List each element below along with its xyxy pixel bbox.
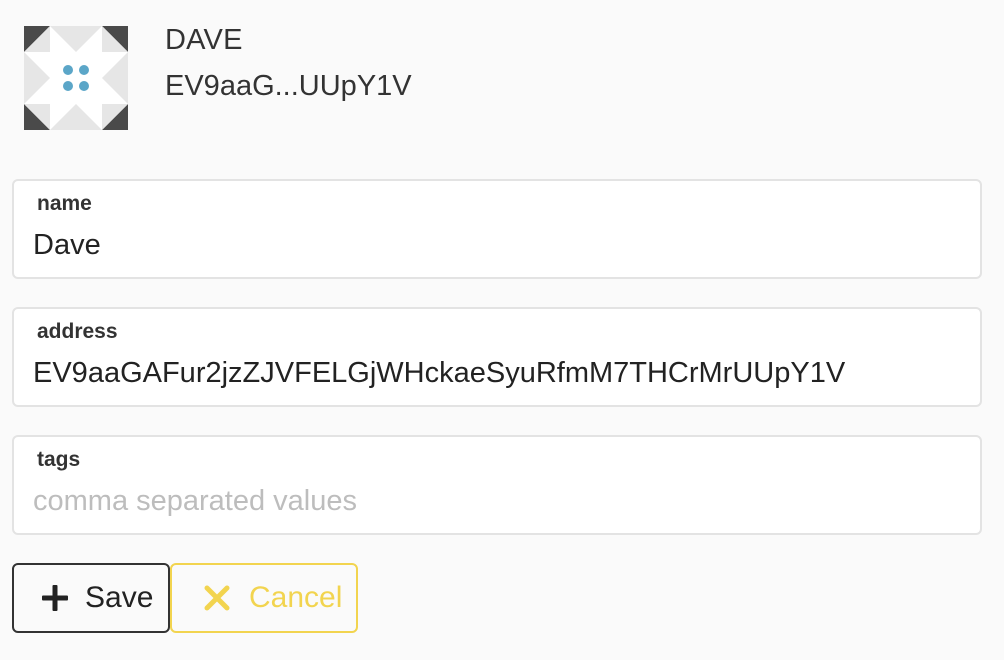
contact-identity: DAVE EV9aaG...UUpY1V	[165, 26, 412, 101]
save-label: Save	[85, 581, 154, 614]
x-icon	[204, 585, 230, 611]
name-input[interactable]	[33, 229, 953, 262]
cancel-button[interactable]: Cancel	[170, 563, 358, 633]
save-button[interactable]: Save	[12, 563, 170, 633]
address-input[interactable]	[33, 357, 953, 390]
contact-header: DAVE EV9aaG...UUpY1V	[24, 26, 412, 130]
name-label: name	[37, 192, 92, 215]
name-field: name	[12, 179, 982, 279]
tags-label: tags	[37, 448, 81, 471]
plus-icon	[42, 585, 68, 611]
contact-name: DAVE	[165, 24, 243, 56]
address-label: address	[37, 320, 118, 343]
tags-field: tags	[12, 435, 982, 535]
identicon-avatar	[24, 26, 128, 130]
tags-input[interactable]	[33, 485, 953, 518]
contact-short-address: EV9aaG...UUpY1V	[165, 70, 412, 102]
address-field: address	[12, 307, 982, 407]
cancel-label: Cancel	[249, 581, 343, 614]
